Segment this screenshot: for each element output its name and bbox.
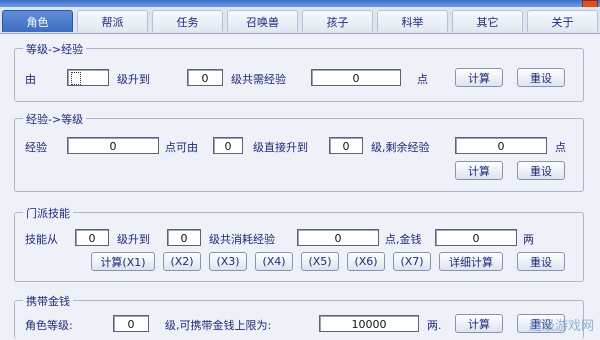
skill-from-input[interactable]: 0 [75,229,109,246]
group-exp-to-level-label: 经验->等级 [23,111,87,127]
tab-child[interactable]: 孩子 [302,10,373,32]
carry-unit-label: 两. [427,319,442,332]
direct-level-label: 级直接升到 [253,141,308,154]
reset-button[interactable]: 重设 [517,68,565,87]
calc-button-2[interactable]: 计算 [455,161,503,180]
cost-exp-label: 级共消耗经验 [209,233,275,246]
reset-button-3[interactable]: 重设 [517,252,565,271]
money-label: 点,金钱 [385,233,422,246]
group-faction-skill-label: 门派技能 [23,205,73,221]
x4-button[interactable]: (X4) [255,252,293,271]
tab-about[interactable]: 关于 [527,10,598,32]
calc-button-4[interactable]: 计算 [455,314,503,333]
carry-limit-input[interactable]: 10000 [319,315,419,332]
remain-exp-input[interactable]: 0 [455,137,547,154]
from-level-input-2[interactable]: 0 [213,137,243,154]
unit-label: 点 [417,73,428,86]
direct-level-input[interactable]: 0 [329,137,363,154]
from-level-label: 点可由 [165,141,198,154]
group-carry-money-label: 携带金钱 [23,293,73,309]
skill-to-input[interactable]: 0 [167,229,201,246]
x2-button[interactable]: (X2) [163,252,201,271]
tab-role[interactable]: 角色 [2,10,73,32]
cost-exp-input[interactable]: 0 [297,229,379,246]
role-level-input[interactable]: 0 [113,315,149,332]
money-input[interactable]: 0 [435,229,517,246]
group-exp-to-level: 经验->等级 经验 0 点可由 0 级直接升到 0 级,剩余经验 0 点 计算 … [14,111,584,192]
tab-exam[interactable]: 科举 [377,10,448,32]
from-level-input[interactable] [67,69,109,86]
tab-pet[interactable]: 召唤兽 [227,10,298,32]
group-carry-money: 携带金钱 角色等级: 0 级,可携带金钱上限为: 10000 两. 计算 重设 [14,293,584,339]
x6-button[interactable]: (X6) [347,252,385,271]
group-level-to-exp-label: 等级->经验 [23,41,87,57]
tab-quest[interactable]: 任务 [152,10,223,32]
exp-input[interactable]: 0 [67,137,159,154]
site-watermark: 超级游戏网 [528,319,594,334]
role-level-label: 角色等级: [25,319,73,332]
group-faction-skill: 门派技能 技能从 0 级升到 0 级共消耗经验 0 点,金钱 0 两 计算(X1… [14,205,584,282]
calc-x1-button[interactable]: 计算(X1) [91,252,155,271]
unit-label-2: 点 [555,141,566,154]
need-exp-input[interactable]: 0 [311,69,401,86]
from-label: 由 [25,73,36,86]
x3-button[interactable]: (X3) [209,252,247,271]
to-level-label: 级升到 [117,73,150,86]
tab-bar: 角色 帮派 任务 召唤兽 孩子 科举 其它 关于 [0,7,600,34]
group-level-to-exp: 等级->经验 由 级升到 0 级共需经验 0 点 计算 重设 [14,41,584,102]
app-window: 角色 帮派 任务 召唤兽 孩子 科举 其它 关于 等级->经验 由 级升到 0 … [0,0,600,340]
need-exp-label: 级共需经验 [231,73,286,86]
calc-button[interactable]: 计算 [455,68,503,87]
x5-button[interactable]: (X5) [301,252,339,271]
skill-from-label: 技能从 [25,233,58,246]
reset-button-2[interactable]: 重设 [517,161,565,180]
money-unit-label: 两 [523,233,534,246]
skill-to-label: 级升到 [117,233,150,246]
title-bar [0,0,600,7]
tab-faction[interactable]: 帮派 [77,10,148,32]
tab-other[interactable]: 其它 [452,10,523,32]
remain-exp-label: 级,剩余经验 [371,141,430,154]
carry-limit-label: 级,可携带金钱上限为: [165,319,272,332]
x7-button[interactable]: (X7) [393,252,431,271]
to-level-input[interactable]: 0 [187,69,223,86]
exp-label: 经验 [25,141,47,154]
detail-calc-button[interactable]: 详细计算 [439,252,503,271]
